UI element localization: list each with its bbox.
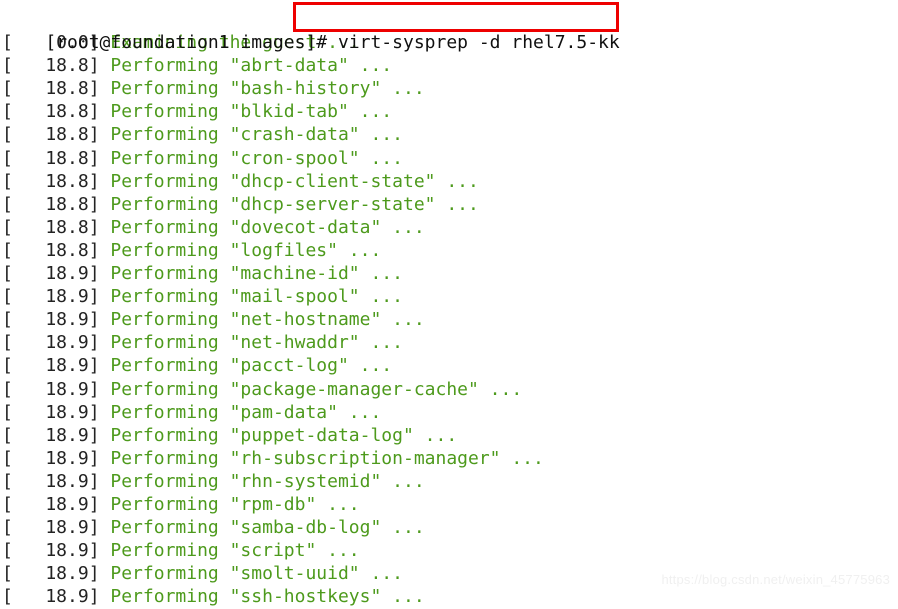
output-timestamp: [ 18.9] <box>2 424 100 446</box>
output-message: Performing "samba-db-log" ... <box>99 517 425 539</box>
output-message: Performing "cron-spool" ... <box>99 147 403 169</box>
output-timestamp: [ 18.9] <box>2 332 100 354</box>
watermark-text: https://blog.csdn.net/weixin_45775963 <box>661 571 890 587</box>
output-message: Performing "puppet-data-log" ... <box>99 424 458 446</box>
output-timestamp: [ 18.8] <box>2 124 100 146</box>
output-message: Performing "crash-data" ... <box>99 124 403 146</box>
output-line: [ 18.8] Performing "crash-data" ... <box>0 123 898 146</box>
output-timestamp: [ 18.9] <box>2 263 100 285</box>
output-timestamp: [ 18.9] <box>2 378 100 400</box>
output-message: Performing "net-hwaddr" ... <box>99 332 403 354</box>
output-timestamp: [ 18.9] <box>2 309 100 331</box>
output-timestamp: [ 18.8] <box>2 147 100 169</box>
output-message: Performing "net-hostname" ... <box>99 309 425 331</box>
output-timestamp: [ 18.8] <box>2 170 100 192</box>
output-line: [ 18.9] Performing "pam-data" ... <box>0 401 898 424</box>
output-message: Performing "machine-id" ... <box>99 263 403 285</box>
output-line: [ 18.8] Performing "bash-history" ... <box>0 77 898 100</box>
output-message: Performing "pacct-log" ... <box>99 355 393 377</box>
terminal-window[interactable]: rhel7-desktop-vd4.qcow2 [root@foundation… <box>0 0 898 609</box>
output-message: Performing "smolt-uuid" ... <box>99 563 403 585</box>
output-message: Performing "dovecot-data" ... <box>99 216 425 238</box>
output-timestamp: [ 18.9] <box>2 517 100 539</box>
output-message: Performing "mail-spool" ... <box>99 286 403 308</box>
output-message: Performing "ssh-hostkeys" ... <box>99 586 425 608</box>
output-line: [ 18.8] Performing "dovecot-data" ... <box>0 216 898 239</box>
output-line: [ 18.8] Performing "cron-spool" ... <box>0 147 898 170</box>
output-line: [ 18.9] Performing "puppet-data-log" ... <box>0 424 898 447</box>
output-line: [ 18.9] Performing "rh-subscription-mana… <box>0 447 898 470</box>
output-line: [ 18.9] Performing "package-manager-cach… <box>0 378 898 401</box>
output-message: Performing "rhn-systemid" ... <box>99 470 425 492</box>
output-line: [ 18.9] Performing "script" ... <box>0 539 898 562</box>
output-line: [ 18.9] Performing "mail-spool" ... <box>0 285 898 308</box>
shell-prompt: [root@foundation1 images]# <box>45 32 328 54</box>
output-message: Performing "dhcp-client-state" ... <box>99 170 479 192</box>
output-message: Performing "abrt-data" ... <box>99 55 393 77</box>
output-line: [ 18.8] Performing "abrt-data" ... <box>0 54 898 77</box>
output-timestamp: [ 18.9] <box>2 401 100 423</box>
scrollback-clipped-row: rhel7-desktop-vd4.qcow2 <box>0 0 898 8</box>
output-timestamp: [ 18.9] <box>2 493 100 515</box>
output-timestamp: [ 18.8] <box>2 216 100 238</box>
output-line: [ 18.9] Performing "pacct-log" ... <box>0 354 898 377</box>
output-line: [ 18.8] Performing "dhcp-server-state" .… <box>0 193 898 216</box>
output-message: Performing "pam-data" ... <box>99 401 382 423</box>
command-text[interactable]: virt-sysprep -d rhel7.5-kk <box>327 32 620 53</box>
output-message: Performing "logfiles" ... <box>99 239 382 261</box>
output-line: [ 18.9] Performing "samba-db-log" ... <box>0 516 898 539</box>
output-message: Performing "package-manager-cache" ... <box>99 378 523 400</box>
output-timestamp: [ 18.9] <box>2 286 100 308</box>
output-message: Performing "bash-history" ... <box>99 78 425 100</box>
output-timestamp: [ 18.9] <box>2 540 100 562</box>
output-timestamp: [ 18.8] <box>2 78 100 100</box>
output-line: [ 18.8] Performing "dhcp-client-state" .… <box>0 170 898 193</box>
output-line: [ 18.9] Performing "rpm-db" ... <box>0 493 898 516</box>
output-line: [ 18.9] Performing "machine-id" ... <box>0 262 898 285</box>
output-message: Performing "rh-subscription-manager" ... <box>99 447 544 469</box>
output-timestamp: [ 18.8] <box>2 239 100 261</box>
output-line: [ 18.9] Performing "net-hwaddr" ... <box>0 331 898 354</box>
output-timestamp: [ 18.9] <box>2 447 100 469</box>
output-timestamp: [ 18.9] <box>2 355 100 377</box>
output-line: [ 18.8] Performing "logfiles" ... <box>0 239 898 262</box>
output-timestamp: [ 18.8] <box>2 101 100 123</box>
output-line: [ 18.9] Performing "rhn-systemid" ... <box>0 470 898 493</box>
output-message: Performing "script" ... <box>99 540 360 562</box>
output-timestamp: [ 18.9] <box>2 470 100 492</box>
output-line: [ 18.9] Performing "net-hostname" ... <box>0 308 898 331</box>
output-message: Performing "rpm-db" ... <box>99 493 360 515</box>
terminal-output: [ 0.0] Examining the guest ...[ 18.8] Pe… <box>0 31 898 609</box>
output-message: Performing "dhcp-server-state" ... <box>99 193 479 215</box>
output-message: Performing "blkid-tab" ... <box>99 101 393 123</box>
output-timestamp: [ 18.9] <box>2 563 100 585</box>
command-prompt-line[interactable]: [root@foundation1 images]# virt-sysprep … <box>0 8 898 53</box>
output-line: [ 18.8] Performing "blkid-tab" ... <box>0 100 898 123</box>
output-timestamp: [ 18.8] <box>2 193 100 215</box>
output-timestamp: [ 18.9] <box>2 586 100 608</box>
